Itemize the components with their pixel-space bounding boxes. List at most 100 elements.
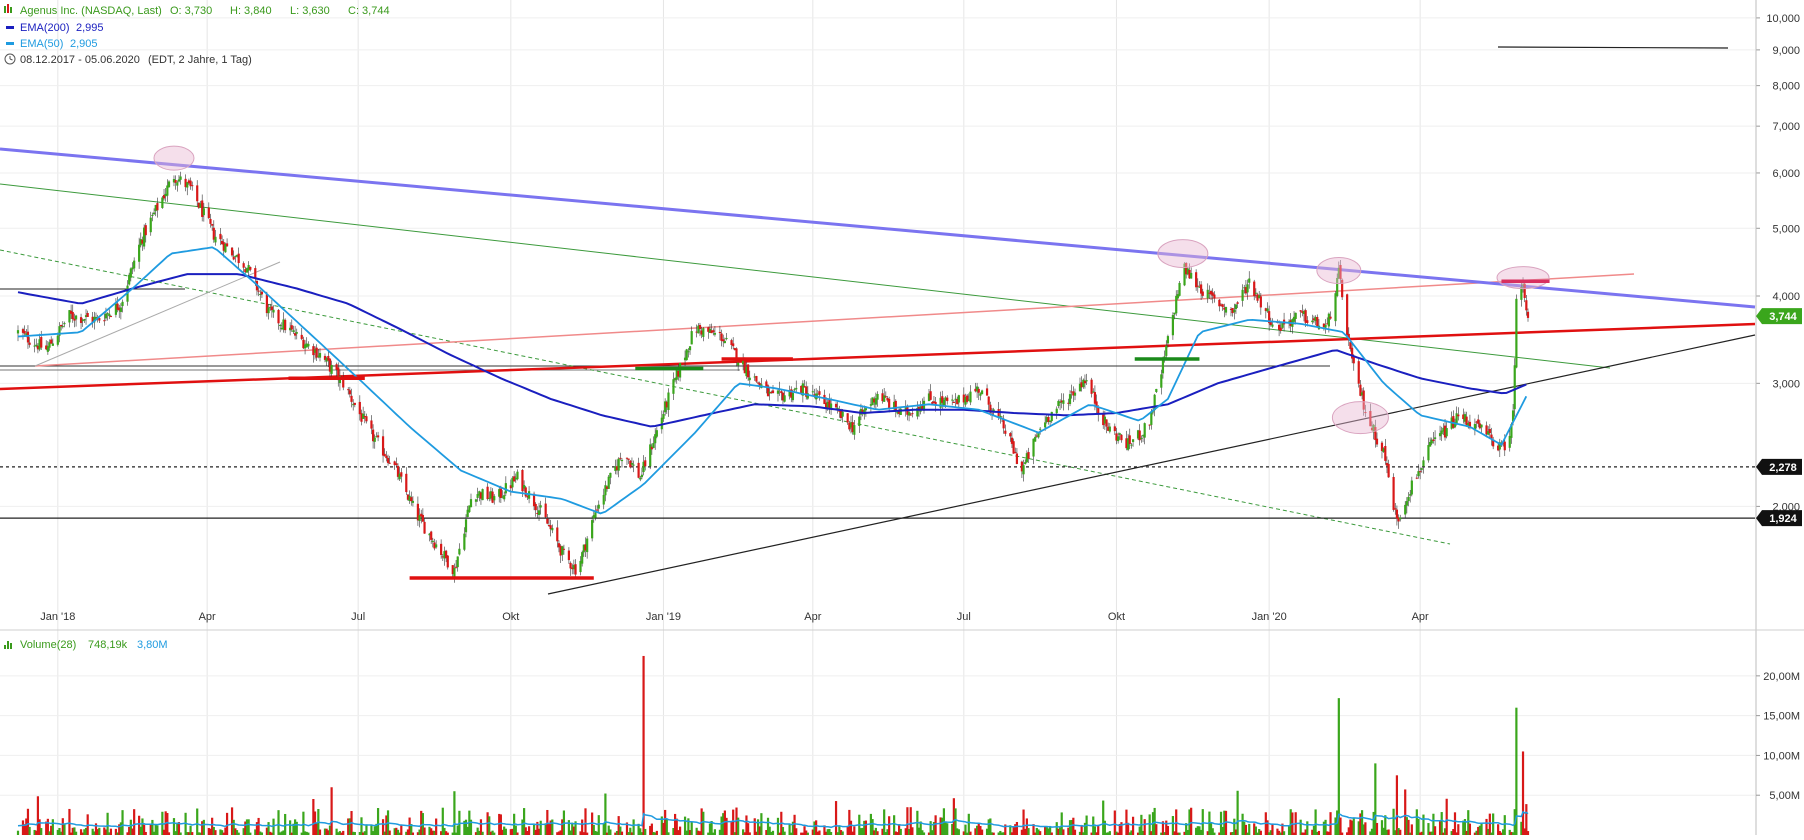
volume-bar — [1468, 823, 1472, 835]
candle-body — [56, 335, 59, 345]
volume-bar — [435, 818, 438, 835]
level-tag-2,278: 2,278 — [1756, 458, 1802, 475]
ohlc-open: O: 3,730 — [170, 5, 212, 17]
volume-bar — [1352, 817, 1355, 835]
candle-body — [1387, 463, 1390, 478]
candle-body — [1012, 441, 1015, 454]
candle-body — [202, 208, 205, 216]
candle-body — [1394, 508, 1397, 510]
candle-body — [1316, 316, 1319, 327]
candle-body — [209, 218, 212, 224]
y-tick-label: 3,000 — [1772, 378, 1800, 390]
candle-body — [318, 353, 322, 358]
candle-body — [1480, 424, 1483, 428]
candle-body — [569, 562, 572, 569]
candle-body — [1392, 476, 1395, 510]
volume-bar — [934, 815, 937, 835]
x-tick-label: Jan '20 — [1252, 611, 1287, 623]
level-tag-1,924-text: 1,924 — [1769, 513, 1797, 525]
candle-body — [1395, 509, 1399, 519]
candle-body — [395, 463, 398, 466]
candle-body — [723, 341, 726, 344]
volume-bar — [1339, 817, 1342, 835]
candle-body — [1477, 419, 1480, 424]
y-tick-label: 4,000 — [1772, 291, 1800, 303]
drawings-back — [0, 46, 1756, 595]
candle-body — [79, 317, 83, 323]
candle-body — [440, 543, 443, 555]
candle-body — [1039, 428, 1042, 430]
volume-bar — [1248, 823, 1251, 835]
candle-body — [149, 217, 152, 233]
candle-body — [1279, 327, 1282, 331]
volume-bar — [28, 826, 31, 835]
volume-bar — [196, 808, 199, 835]
volume-bar — [504, 828, 507, 835]
candle-body — [1259, 296, 1262, 308]
volume-bar — [1503, 815, 1506, 835]
candle-body — [662, 414, 665, 419]
candle-body — [486, 486, 489, 500]
volume-bar — [63, 824, 66, 835]
volume-bar — [980, 829, 984, 835]
x-tick-label: Apr — [199, 611, 216, 623]
volume-bar — [376, 808, 380, 835]
ema200-value: 2,995 — [76, 22, 104, 34]
volume-bar — [133, 809, 136, 835]
candle-body — [358, 401, 361, 415]
volume-bar — [1271, 823, 1274, 835]
candle-body — [698, 325, 702, 330]
x-tick-label: Jul — [957, 611, 971, 623]
volume-bar — [1445, 798, 1448, 835]
candle-body — [596, 509, 599, 511]
candle-body — [1327, 313, 1330, 327]
candle-body — [1294, 312, 1297, 319]
candle-body — [300, 334, 303, 339]
candle-body — [225, 243, 229, 247]
volume-bar — [584, 808, 587, 835]
candle-body — [295, 332, 298, 334]
candle-body — [232, 256, 235, 260]
volume-bar — [318, 829, 322, 835]
volume-bar — [760, 813, 763, 835]
candle-body — [60, 324, 63, 327]
volume-value-1: 748,19k — [88, 639, 128, 651]
y-tick-label: 8,000 — [1772, 81, 1800, 93]
volume-bar — [1306, 821, 1309, 835]
grid — [0, 0, 1755, 835]
candle-body — [1410, 480, 1413, 495]
volume-bar — [527, 826, 531, 835]
volume-bar — [1387, 829, 1390, 835]
candle-body — [108, 313, 111, 317]
candle-body — [211, 224, 214, 226]
candle-body — [1062, 400, 1065, 404]
candle-body — [144, 225, 147, 236]
volume-bar — [841, 831, 844, 835]
candle-body — [463, 533, 466, 550]
candle-body — [551, 527, 554, 531]
candle-body — [1044, 422, 1047, 428]
candle-body — [718, 331, 722, 334]
candle-body — [884, 396, 887, 398]
volume-bar — [834, 801, 838, 835]
candle-body — [50, 339, 53, 344]
volume-bar — [400, 825, 403, 835]
candle-body — [453, 567, 456, 577]
candle-body — [771, 390, 775, 394]
candle-body — [1488, 428, 1491, 434]
volume-bar — [225, 812, 229, 835]
candle-body — [1271, 324, 1274, 327]
candle-body — [783, 395, 786, 402]
volume-bar — [1395, 775, 1399, 835]
candle-body — [544, 503, 547, 518]
candle-body — [179, 176, 182, 180]
ohlc-low: L: 3,630 — [290, 5, 330, 17]
x-tick-label: Apr — [1412, 611, 1429, 623]
candle-body — [846, 413, 849, 423]
candle-body — [1073, 392, 1077, 396]
x-tick-label: Okt — [1108, 611, 1125, 623]
volume-bar — [853, 826, 856, 835]
volume-bar — [876, 831, 879, 835]
candle-body — [1022, 465, 1025, 475]
volume-bar — [776, 817, 780, 835]
